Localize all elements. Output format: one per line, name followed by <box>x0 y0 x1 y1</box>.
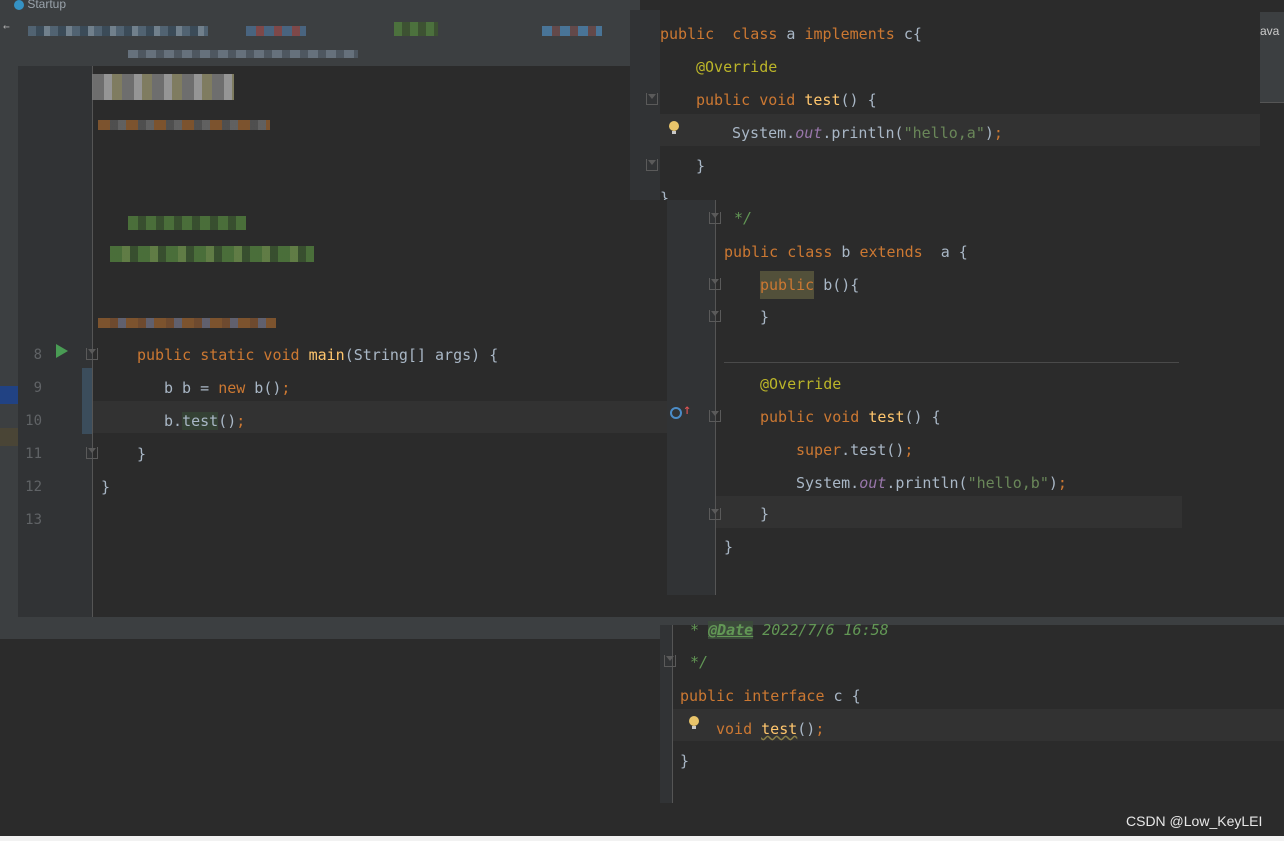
fold-marker-a-method[interactable] <box>646 93 658 105</box>
watermark: CSDN @Low_KeyLEI <box>1126 813 1263 829</box>
blurred-code-1 <box>92 74 234 100</box>
test-call-highlight[interactable]: test <box>182 412 219 430</box>
class-b-snippet: */ public class b extends a { public b()… <box>667 200 1182 595</box>
class-a-close: } <box>660 189 670 200</box>
class-b-gutter <box>667 200 716 595</box>
interface-c-decl: public interface c { <box>680 687 861 705</box>
class-close-brace: } <box>101 478 111 496</box>
tab-title: Startup <box>27 0 67 11</box>
ctor-public-highlight[interactable]: public <box>760 271 815 299</box>
line-number-13: 13 <box>25 512 42 528</box>
bottom-strip <box>0 836 1284 841</box>
method-close-brace: } <box>137 445 147 463</box>
tool-marker-olive[interactable] <box>0 428 18 446</box>
class-b-println: System.out.println("hello,b"); <box>796 474 1067 492</box>
lightbulb-icon[interactable] <box>669 121 679 134</box>
class-a-decl: public class a implements c{ <box>660 25 922 43</box>
class-b-override: @Override <box>760 375 842 393</box>
tool-marker-blue[interactable] <box>0 386 18 404</box>
blurred-code-2 <box>98 120 270 130</box>
line-number-10: 10 <box>25 413 42 429</box>
class-b-decl: public class b extends a { <box>724 243 968 261</box>
fold-marker-b-method[interactable] <box>709 410 721 422</box>
top-right-tab-fragment[interactable]: ava <box>1260 12 1284 103</box>
blurred-toolbar-5 <box>128 50 358 58</box>
left-tool-strip: ← <box>0 12 18 617</box>
toolbar-area <box>18 12 630 66</box>
blurred-toolbar-3 <box>394 22 438 36</box>
fold-marker-main-end[interactable] <box>86 447 98 459</box>
interface-c-comment-end: */ <box>690 653 709 671</box>
interface-c-date-comment: * @Date 2022/7/6 16:58 <box>690 621 889 639</box>
class-b-current-line <box>716 496 1182 528</box>
class-a-println: System.out.println("hello,a"); <box>732 124 1003 142</box>
class-a-method: public void test() { <box>696 91 877 109</box>
b-test-call-line: b.test(); <box>164 412 246 430</box>
blurred-code-3 <box>128 216 246 230</box>
new-b-line: b b = new b(); <box>164 379 291 397</box>
back-arrow-icon[interactable]: ← <box>3 20 10 33</box>
interface-lightbulb-icon[interactable] <box>689 716 699 729</box>
fold-marker-a-end[interactable] <box>646 159 658 171</box>
override-method-icon[interactable] <box>670 407 682 419</box>
interface-c-snippet: * @Date 2022/7/6 16:58 */ public interfa… <box>660 621 1284 803</box>
file-tab-fragment: ava <box>1260 24 1280 38</box>
class-b-ctor: public b(){ <box>760 271 859 299</box>
fold-marker-c-comment[interactable] <box>664 655 676 667</box>
blurred-toolbar-4 <box>542 26 602 36</box>
class-a-override: @Override <box>696 58 778 76</box>
class-b-method-close: } <box>760 505 770 523</box>
run-icon[interactable] <box>56 344 68 358</box>
class-b-method: public void test() { <box>760 408 941 426</box>
line-number-12: 12 <box>25 479 42 495</box>
startup-tab[interactable]: Startup <box>14 0 66 11</box>
class-b-close: } <box>724 538 734 556</box>
change-marker <box>82 368 92 434</box>
line-number-11: 11 <box>25 446 42 462</box>
fold-marker-b-comment[interactable] <box>709 212 721 224</box>
title-strip: Startup <box>0 0 640 12</box>
up-arrow-icon[interactable]: ↑ <box>683 402 691 418</box>
interface-c-close: } <box>680 752 690 770</box>
class-b-super-call: super.test(); <box>796 441 914 459</box>
class-a-snippet: public class a implements c{ @Override p… <box>630 10 1260 200</box>
fold-marker-main[interactable] <box>86 348 98 360</box>
bottom-panel <box>0 639 660 836</box>
blurred-code-4 <box>110 246 314 262</box>
method-separator <box>724 362 1179 363</box>
class-b-ctor-close: } <box>760 308 770 326</box>
class-b-comment-end: */ <box>734 209 753 227</box>
class-a-method-close: } <box>696 157 706 175</box>
fold-marker-b-method-end[interactable] <box>709 508 721 520</box>
blurred-toolbar-2 <box>246 26 306 36</box>
fold-marker-b-ctor[interactable] <box>709 278 721 290</box>
class-icon <box>14 0 24 10</box>
line-number-9: 9 <box>33 380 42 396</box>
blurred-toolbar-1 <box>28 26 208 36</box>
fold-marker-b-ctor-end[interactable] <box>709 310 721 322</box>
class-a-gutter <box>630 10 660 200</box>
line-number-8: 8 <box>33 347 42 363</box>
main-method-line: public static void main(String[] args) { <box>137 346 499 364</box>
interface-c-gutter <box>660 625 673 803</box>
main-gutter <box>18 66 93 617</box>
interface-c-method: void test(); <box>716 720 825 738</box>
blurred-code-5 <box>98 318 276 328</box>
